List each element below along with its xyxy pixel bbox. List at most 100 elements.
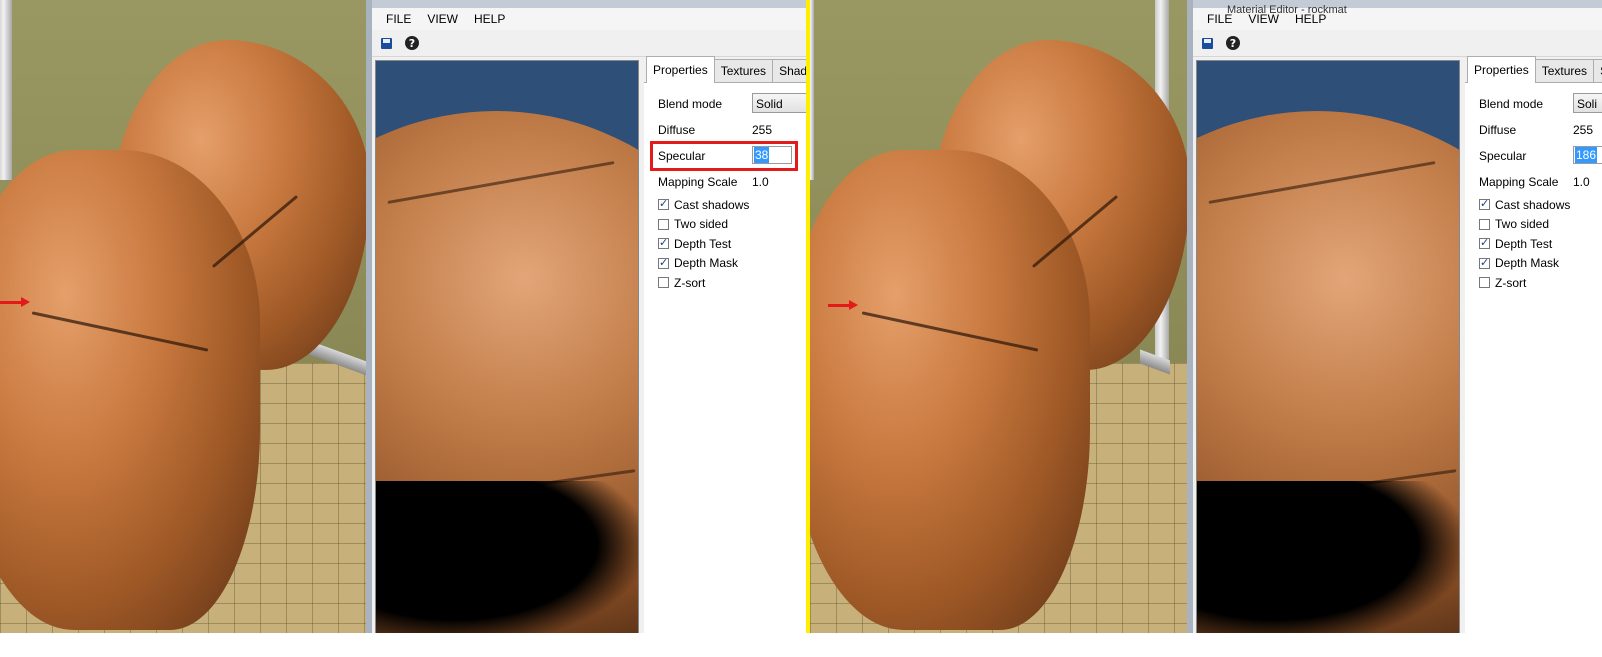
bottom-margin (0, 633, 1602, 657)
material-editor-window: FILE VIEW HELP ? Properties Textures Sha… (366, 0, 806, 633)
rock-front (810, 150, 1090, 630)
mapping-scale-value[interactable]: 1.0 (752, 175, 769, 189)
properties-body: Blend mode Solid Diffuse 255 Specular 38… (644, 82, 806, 293)
save-button[interactable] (1197, 33, 1217, 53)
cast-shadows-checkbox[interactable] (658, 197, 669, 211)
right-comparison-panel: Material Editor - rockmat FILE VIEW HELP… (810, 0, 1602, 633)
rock-front (0, 150, 260, 630)
tab-properties[interactable]: Properties (646, 56, 715, 83)
specular-row: Specular 186 (1465, 143, 1602, 169)
specular-label: Specular (658, 149, 706, 163)
toolbar: ? (372, 30, 806, 57)
z-sort-checkbox-row[interactable]: Z-sort (644, 273, 806, 293)
tab-shaders[interactable]: S (1593, 59, 1602, 82)
mapping-scale-value[interactable]: 1.0 (1573, 175, 1590, 189)
diffuse-value[interactable]: 255 (1573, 123, 1593, 137)
save-icon (380, 37, 392, 49)
menu-file[interactable]: FILE (378, 12, 419, 26)
wall-pillar (0, 0, 12, 180)
properties-panel: Properties Textures S Blend mode Soli Di… (1465, 56, 1602, 633)
depth-test-label: Depth Test (674, 236, 732, 251)
tab-strip: Properties Textures S (1465, 56, 1602, 83)
diffuse-row: Diffuse 255 (1465, 117, 1602, 143)
depth-test-checkbox-row[interactable]: Depth Test (644, 234, 806, 254)
blend-mode-select[interactable]: Soli (1573, 93, 1602, 113)
blend-mode-label: Blend mode (658, 97, 723, 111)
two-sided-checkbox-row[interactable]: Two sided (1465, 215, 1602, 235)
cast-shadows-label: Cast shadows (1495, 197, 1571, 212)
diffuse-value[interactable]: 255 (752, 123, 772, 137)
blend-mode-label: Blend mode (1479, 97, 1544, 111)
mapping-scale-label: Mapping Scale (1479, 175, 1559, 189)
z-sort-label: Z-sort (674, 275, 706, 290)
blend-mode-select[interactable]: Solid (752, 93, 806, 113)
depth-mask-label: Depth Mask (1495, 256, 1560, 271)
depth-test-checkbox-row[interactable]: Depth Test (1465, 234, 1602, 254)
tab-properties[interactable]: Properties (1467, 56, 1536, 83)
tab-shaders[interactable]: Shade (772, 59, 806, 82)
two-sided-label: Two sided (1495, 217, 1550, 232)
z-sort-checkbox[interactable] (1479, 277, 1490, 289)
window-titlebar (372, 0, 806, 8)
wall-pillar (810, 0, 814, 180)
cast-shadows-checkbox[interactable] (1479, 197, 1490, 211)
cast-shadows-label: Cast shadows (674, 197, 750, 212)
menu-help[interactable]: HELP (1287, 12, 1334, 26)
specular-value: 38 (754, 147, 770, 163)
two-sided-checkbox-row[interactable]: Two sided (644, 215, 806, 235)
depth-mask-label: Depth Mask (674, 256, 739, 271)
help-button[interactable]: ? (1223, 33, 1243, 53)
material-preview[interactable] (375, 60, 639, 633)
help-button[interactable]: ? (402, 33, 422, 53)
depth-mask-checkbox-row[interactable]: Depth Mask (1465, 254, 1602, 274)
axis-arrow-icon (828, 300, 858, 310)
depth-test-label: Depth Test (1495, 236, 1553, 251)
mapping-scale-row: Mapping Scale 1.0 (1465, 169, 1602, 195)
menu-bar: FILE VIEW HELP (372, 8, 806, 30)
menu-file[interactable]: FILE (1199, 12, 1240, 26)
depth-test-checkbox[interactable] (658, 236, 669, 250)
menu-help[interactable]: HELP (466, 12, 513, 26)
depth-mask-checkbox[interactable] (1479, 256, 1490, 269)
tab-strip: Properties Textures Shade (644, 56, 806, 83)
depth-mask-checkbox[interactable] (658, 256, 669, 269)
cast-shadows-checkbox-row[interactable]: Cast shadows (644, 195, 806, 215)
save-icon (1201, 37, 1213, 49)
z-sort-checkbox[interactable] (658, 277, 669, 289)
material-preview[interactable] (1196, 60, 1460, 633)
depth-mask-checkbox-row[interactable]: Depth Mask (644, 254, 806, 274)
tab-textures[interactable]: Textures (1534, 59, 1595, 82)
properties-body: Blend mode Soli Diffuse 255 Specular 186… (1465, 82, 1602, 293)
help-icon: ? (405, 36, 419, 50)
editor-content: Properties Textures S Blend mode Soli Di… (1193, 56, 1602, 633)
menu-view[interactable]: VIEW (419, 12, 466, 26)
blend-mode-row: Blend mode Soli (1465, 91, 1602, 117)
editor-content: Properties Textures Shade Blend mode Sol… (372, 56, 806, 633)
cast-shadows-checkbox-row[interactable]: Cast shadows (1465, 195, 1602, 215)
save-button[interactable] (376, 33, 396, 53)
diffuse-label: Diffuse (658, 123, 696, 137)
menu-bar: FILE VIEW HELP (1193, 8, 1602, 30)
specular-input[interactable]: 38 (752, 146, 792, 164)
tab-textures[interactable]: Textures (713, 59, 774, 82)
specular-row: Specular 38 (644, 141, 806, 171)
mapping-scale-row: Mapping Scale 1.0 (644, 169, 806, 195)
properties-panel: Properties Textures Shade Blend mode Sol… (644, 56, 806, 633)
toolbar: ? (1193, 30, 1602, 57)
two-sided-checkbox[interactable] (658, 218, 669, 230)
help-icon: ? (1226, 36, 1240, 50)
diffuse-row: Diffuse 255 (644, 117, 806, 143)
axis-arrow-icon (0, 297, 30, 307)
z-sort-checkbox-row[interactable]: Z-sort (1465, 273, 1602, 293)
two-sided-checkbox[interactable] (1479, 218, 1490, 230)
mapping-scale-label: Mapping Scale (658, 175, 738, 189)
window-titlebar: Material Editor - rockmat (1193, 0, 1602, 16)
menu-view[interactable]: VIEW (1240, 12, 1287, 26)
depth-test-checkbox[interactable] (1479, 236, 1490, 250)
specular-input[interactable]: 186 (1573, 146, 1602, 164)
left-comparison-panel: FILE VIEW HELP ? Properties Textures Sha… (0, 0, 806, 633)
sphere-shadow (376, 481, 638, 633)
z-sort-label: Z-sort (1495, 275, 1527, 290)
specular-label: Specular (1479, 149, 1527, 163)
material-editor-window: Material Editor - rockmat FILE VIEW HELP… (1187, 0, 1602, 633)
